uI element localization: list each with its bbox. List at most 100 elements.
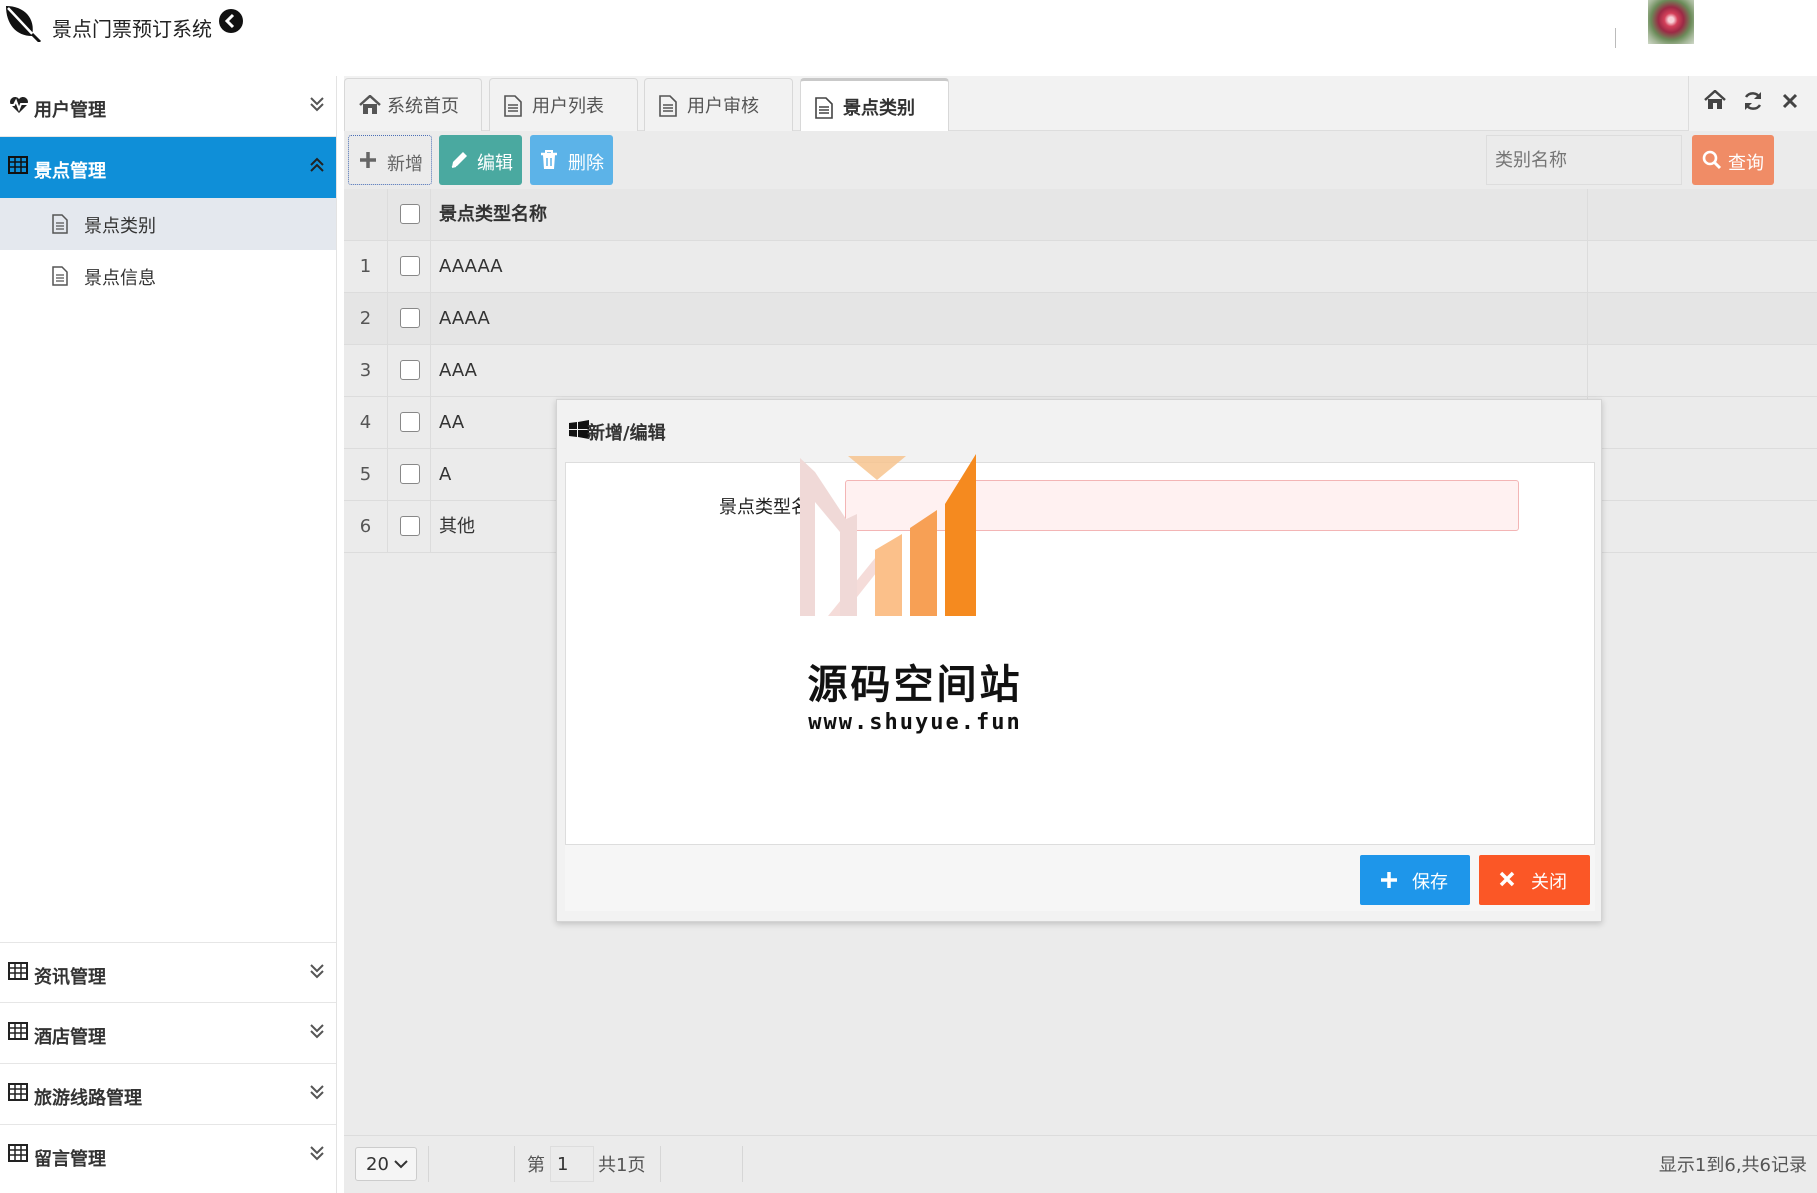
delete-button[interactable]: 删除 (530, 135, 613, 185)
collapse-sidebar-icon[interactable] (219, 9, 243, 33)
edit-button[interactable]: 编辑 (439, 135, 522, 185)
table-row[interactable]: 2 AAAA (344, 293, 1817, 345)
table-icon (8, 962, 28, 980)
sidebar-item-scenic-info[interactable]: 景点信息 (0, 250, 336, 302)
pencil-icon (449, 150, 469, 170)
type-name-label: 景点类型名称 (719, 497, 814, 518)
tab-bar: 系统首页 用户列表 用户审核 景点类别 (344, 76, 1817, 132)
table-row[interactable]: 1 AAAAA (344, 241, 1817, 293)
delete-button-label: 删除 (568, 153, 604, 174)
table-icon (8, 1022, 28, 1040)
row-number: 4 (344, 397, 388, 448)
page-number-input[interactable] (550, 1146, 594, 1182)
top-header (0, 0, 1817, 76)
page-size-select[interactable]: 20 (355, 1147, 417, 1181)
document-icon (815, 97, 833, 119)
home-icon (359, 95, 381, 115)
sidebar-item-scenic-category[interactable]: 景点类别 (0, 198, 336, 250)
row-name: AAAAA (431, 241, 1588, 292)
pagination-bar: 20 第 共1页 显示1到6,共6记录 (344, 1135, 1817, 1193)
document-icon (504, 95, 522, 117)
row-checkbox[interactable] (400, 516, 420, 536)
page-prefix: 第 (527, 1155, 545, 1176)
select-all-checkbox[interactable] (400, 204, 420, 224)
row-checkbox[interactable] (400, 412, 420, 432)
sidebar-group-label: 景点管理 (34, 161, 106, 182)
select-all-cell (388, 189, 431, 240)
row-checkbox-cell (388, 501, 431, 552)
trash-icon (540, 150, 558, 170)
row-checkbox-cell (388, 345, 431, 396)
tab-tools (1688, 76, 1817, 131)
column-header-name[interactable]: 景点类型名称 (431, 189, 1588, 240)
refresh-icon[interactable] (1742, 90, 1764, 112)
row-checkbox[interactable] (400, 464, 420, 484)
add-button[interactable]: 新增 (348, 135, 432, 185)
chevron-double-down-icon (310, 963, 324, 979)
row-name: AAAA (431, 293, 1588, 344)
table-row[interactable]: 3 AAA (344, 345, 1817, 397)
tab-label: 景点类别 (843, 98, 915, 119)
tab-user-review[interactable]: 用户审核 (644, 78, 793, 131)
record-count: 显示1到6,共6记录 (1658, 1155, 1807, 1176)
tab-home[interactable]: 系统首页 (344, 78, 482, 131)
sidebar-group-route-management[interactable]: 旅游线路管理 (0, 1064, 336, 1125)
close-icon (1499, 871, 1515, 887)
row-checkbox[interactable] (400, 308, 420, 328)
sidebar-group-label: 留言管理 (34, 1149, 106, 1170)
row-checkbox-cell (388, 449, 431, 500)
add-button-label: 新增 (387, 154, 423, 175)
sidebar-group-label: 旅游线路管理 (34, 1088, 142, 1109)
user-avatar[interactable] (1648, 0, 1694, 44)
sidebar-group-news-management[interactable]: 资讯管理 (0, 942, 336, 1003)
table-icon (8, 1144, 28, 1162)
table-icon (8, 156, 28, 174)
type-name-input[interactable] (845, 480, 1519, 531)
document-icon (659, 95, 677, 117)
tab-label: 用户审核 (687, 96, 759, 117)
home-icon[interactable] (1704, 90, 1726, 110)
sidebar-group-hotel-management[interactable]: 酒店管理 (0, 1003, 336, 1064)
query-button[interactable]: 查询 (1692, 135, 1774, 185)
chevron-double-down-icon (310, 96, 324, 112)
sidebar-group-label: 资讯管理 (34, 967, 106, 988)
close-button[interactable]: 关闭 (1479, 855, 1590, 905)
sidebar-group-user-management[interactable]: 用户管理 (0, 76, 336, 137)
row-checkbox-cell (388, 397, 431, 448)
row-number: 1 (344, 241, 388, 292)
row-name: AAA (431, 345, 1588, 396)
row-checkbox-cell (388, 293, 431, 344)
sidebar-group-scenic-management[interactable]: 景点管理 (0, 137, 336, 198)
search-icon (1702, 150, 1722, 170)
row-checkbox[interactable] (400, 256, 420, 276)
row-checkbox-cell (388, 241, 431, 292)
category-search-input[interactable] (1486, 135, 1682, 185)
close-button-label: 关闭 (1531, 872, 1567, 893)
plus-icon (1380, 871, 1398, 889)
row-number: 2 (344, 293, 388, 344)
sidebar-group-label: 酒店管理 (34, 1027, 106, 1048)
toolbar: 新增 编辑 删除 查询 (344, 131, 1817, 189)
pager-divider (428, 1146, 429, 1182)
app-title: 景点门票预订系统 (52, 17, 212, 41)
tab-scenic-category[interactable]: 景点类别 (800, 78, 949, 132)
save-button-label: 保存 (1412, 872, 1448, 893)
table-icon (8, 1083, 28, 1101)
dialog-title: 新增/编辑 (587, 423, 666, 444)
sidebar-group-message-management[interactable]: 留言管理 (0, 1125, 336, 1186)
row-number: 6 (344, 501, 388, 552)
grid-header-row: 景点类型名称 (344, 189, 1817, 241)
chevron-double-down-icon (310, 1084, 324, 1100)
row-checkbox[interactable] (400, 360, 420, 380)
heartbeat-icon (8, 95, 30, 115)
tab-user-list[interactable]: 用户列表 (489, 78, 638, 131)
chevron-down-icon (394, 1159, 408, 1169)
close-icon[interactable] (1782, 93, 1798, 109)
document-icon (52, 214, 68, 234)
page-size-value: 20 (366, 1154, 389, 1175)
row-number: 3 (344, 345, 388, 396)
save-button[interactable]: 保存 (1360, 855, 1470, 905)
document-icon (52, 266, 68, 286)
leaf-logo-icon (2, 2, 42, 42)
sidebar-item-label: 景点类别 (84, 216, 156, 237)
